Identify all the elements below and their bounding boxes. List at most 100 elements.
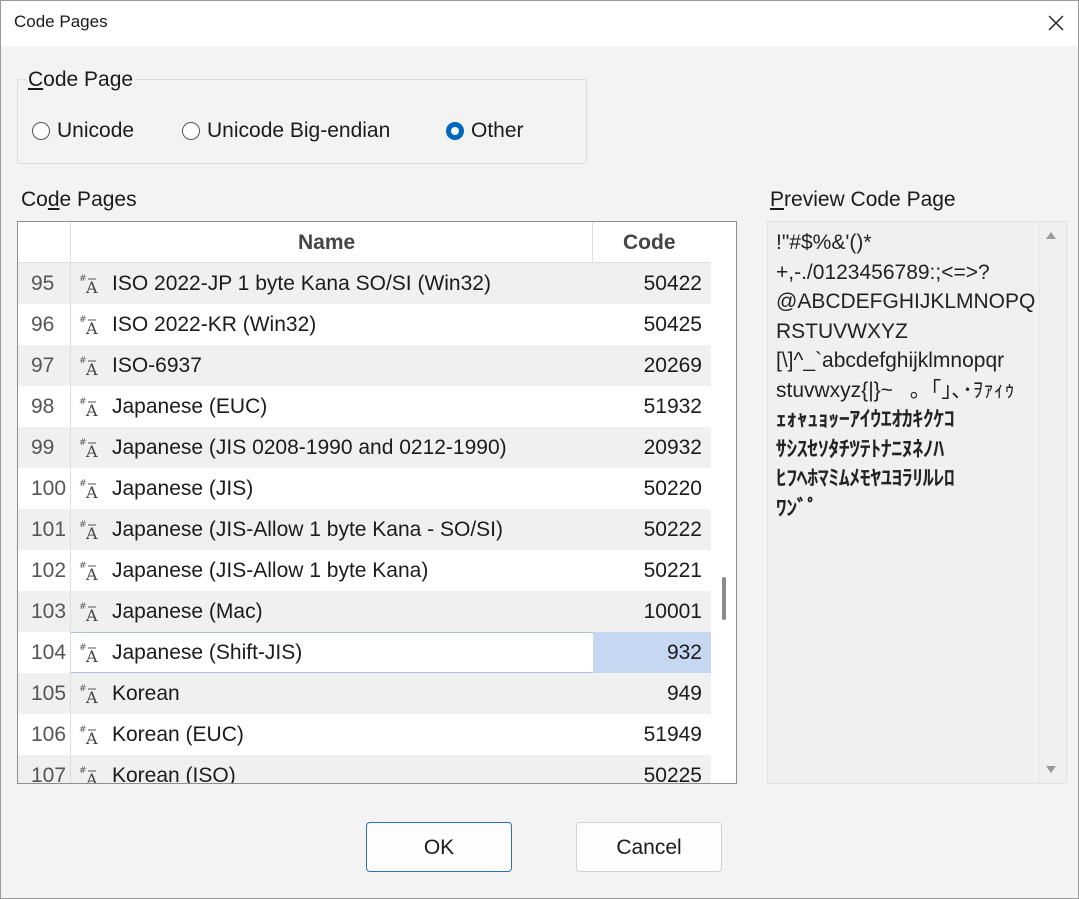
table-row[interactable]: 99 # A Japanese (JIS 0208-1990 and 0212-199… [18,427,711,468]
codepage-icon: # A [79,764,103,784]
svg-text:A: A [85,606,98,624]
window-title: Code Pages [14,12,108,31]
table-row[interactable]: 97 # A ISO-6937 20269 [18,345,711,386]
svg-text:A: A [85,688,98,706]
row-separator [70,591,71,632]
svg-text:A: A [85,442,98,460]
codepage-icon: # A [79,395,103,420]
radio-label: Unicode Big-endian [207,119,391,142]
table-row[interactable]: 107 # A Korean (ISO) 50225 [18,755,711,784]
codepage-name: Japanese (JIS-Allow 1 byte Kana) [112,559,429,582]
codepage-icon: # A [79,272,103,297]
codepage-icon: # A [79,436,103,461]
close-button[interactable] [1033,0,1079,46]
radio-other[interactable]: Other [446,119,524,143]
scrollbar-thumb[interactable] [722,577,726,620]
codepage-icon: # A [79,313,103,338]
table-row[interactable]: 95 # A ISO 2022-JP 1 byte Kana SO/SI (Win32… [18,263,711,304]
close-icon [1048,15,1064,31]
svg-text:A: A [85,565,98,583]
codepage-icon: # A [79,682,103,707]
codepage-code: 51949 [643,723,702,746]
codepage-name: ISO 2022-JP 1 byte Kana SO/SI (Win32) [112,272,491,295]
codepage-code: 50425 [643,313,702,336]
row-number: 98 [31,395,55,418]
table-row[interactable]: 102 # A Japanese (JIS-Allow 1 byte Kana) 502… [18,550,711,591]
radio-circle[interactable] [32,122,50,140]
codepage-code: 50220 [643,477,702,500]
row-number: 105 [31,682,67,705]
codepage-icon: # A [79,518,103,543]
header-separator [592,222,593,262]
codepage-icon: # A [79,641,103,666]
header-separator [70,222,71,262]
cancel-button[interactable]: Cancel [576,822,722,872]
svg-text:A: A [85,360,98,378]
svg-text:A: A [85,524,98,542]
codepage-name: Japanese (JIS-Allow 1 byte Kana - SO/SI) [112,518,504,541]
table-row[interactable]: 106 # A Korean (EUC) 51949 [18,714,711,755]
row-number: 97 [31,354,55,377]
codepage-icon: # A [79,477,103,502]
preview-line: ｻｼｽｾｿﾀﾁﾂﾃﾄﾅﾆﾇﾈﾉﾊ [776,437,944,461]
svg-text:A: A [85,278,98,296]
row-number: 96 [31,313,55,336]
ok-button[interactable]: OK [366,822,512,872]
svg-text:A: A [85,647,98,665]
list-rows: 95 # A ISO 2022-JP 1 byte Kana SO/SI (Win32… [18,263,711,784]
preview-box[interactable]: !"#$%&'()* +,-./0123456789:;<=>? @ABCDEFGH… [767,221,1067,784]
scroll-up-icon[interactable] [1046,232,1056,239]
row-separator [70,386,71,427]
table-row[interactable]: 96 # A ISO 2022-KR (Win32) 50425 [18,304,711,345]
preview-label: Preview Code Page [770,188,956,211]
radio-circle-checked[interactable] [446,122,464,140]
code-pages-list[interactable]: Name Code 95 # A ISO 2022-JP 1 byte Kana SO… [17,221,737,784]
preview-line: !"#$%&'()* [776,231,872,254]
row-separator [70,550,71,591]
codepage-code: 932 [666,641,702,664]
codepage-icon: # A [79,723,103,748]
row-separator [70,509,71,550]
row-number: 103 [31,600,67,623]
preview-line: ﾜﾝﾞﾟ [776,496,836,520]
codepage-name: Japanese (Mac) [112,600,263,623]
table-row[interactable]: 103 # A Japanese (Mac) 10001 [18,591,711,632]
table-row[interactable]: 98 # A Japanese (EUC) 51932 [18,386,711,427]
column-header-code[interactable]: Code [623,222,676,262]
row-separator [70,632,71,673]
code-page-legend: Code Page [26,68,136,92]
radio-label: Unicode [57,119,135,142]
row-number: 95 [31,272,55,295]
preview-text: !"#$%&'()* +,-./0123456789:;<=>? @ABCDEFGH… [776,228,1042,523]
svg-text:A: A [85,770,98,784]
radio-circle[interactable] [182,122,200,140]
codepage-name: Japanese (JIS) [112,477,254,500]
column-header-name[interactable]: Name [298,222,355,262]
row-number: 100 [31,477,67,500]
codepage-icon: # A [79,600,103,625]
table-row[interactable]: 104 # A Japanese (Shift-JIS) 932 [18,632,711,673]
codepage-name: Japanese (Shift-JIS) [112,641,303,664]
row-separator [70,263,71,304]
list-scrollbar[interactable] [711,222,736,783]
preview-line: RSTUVWXYZ [776,319,908,343]
codepage-name: Korean (ISO) [112,764,236,784]
codepage-name: Japanese (EUC) [112,395,268,418]
codepage-name: ISO-6937 [112,354,202,377]
row-separator [70,673,71,714]
codepage-code: 949 [666,682,702,705]
table-row[interactable]: 105 # A Korean 949 [18,673,711,714]
row-separator [70,468,71,509]
radio-unicode[interactable]: Unicode [32,119,134,143]
table-row[interactable]: 100 # A Japanese (JIS) 50220 [18,468,711,509]
table-row[interactable]: 101 # A Japanese (JIS-Allow 1 byte Kana - S… [18,509,711,550]
radio-unicode-big-endian[interactable]: Unicode Big-endian [182,119,390,143]
scroll-down-icon[interactable] [1046,766,1056,773]
row-number: 102 [31,559,67,582]
row-number: 99 [31,436,55,459]
preview-line: ﾋﾌﾍﾎﾏﾐﾑﾒﾓﾔﾕﾖﾗﾘﾙﾚﾛ [776,467,955,490]
title-bar: Code Pages [0,0,1079,46]
codepage-code: 50225 [643,764,702,784]
preview-scrollbar[interactable] [1039,222,1066,783]
list-header: Name Code [18,222,711,263]
